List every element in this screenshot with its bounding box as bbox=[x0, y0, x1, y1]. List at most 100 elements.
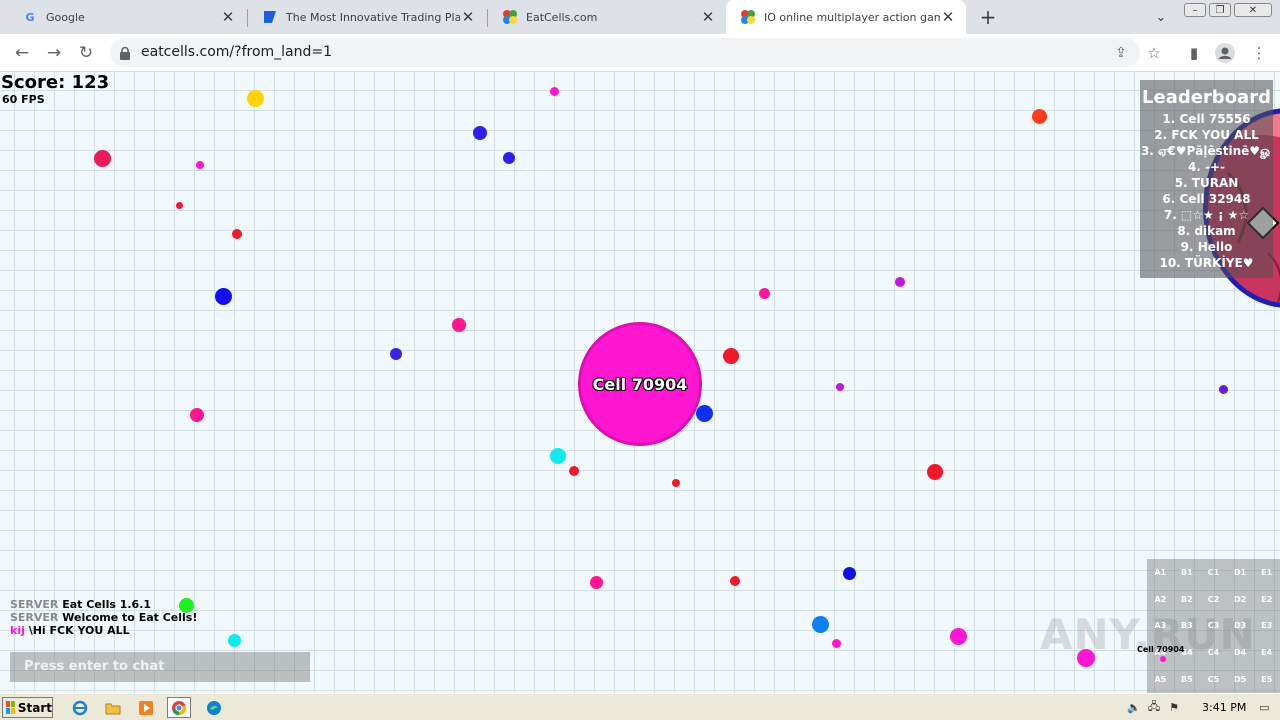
chrome-icon[interactable] bbox=[167, 697, 191, 718]
window-close-button[interactable]: ✕ bbox=[1234, 3, 1272, 17]
food-pellet bbox=[832, 639, 841, 648]
food-pellet bbox=[843, 567, 856, 580]
tab-strip: G Google ✕ The Most Innovative Trading P… bbox=[0, 0, 1280, 34]
network-icon[interactable]: 🖧 bbox=[1144, 699, 1164, 717]
flag-icon[interactable]: ⚑ bbox=[1164, 699, 1184, 717]
food-pellet bbox=[232, 229, 242, 239]
tab-title: Google bbox=[46, 10, 85, 24]
tab-eatcells[interactable]: EatCells.com ✕ bbox=[488, 0, 726, 34]
game-canvas[interactable]: Cell 70904 Score: 123 60 FPS Leaderboard… bbox=[0, 72, 1280, 693]
chat-input[interactable]: Press enter to chat bbox=[10, 652, 310, 682]
chat-log: SERVER Eat Cells 1.6.1 SERVER Welcome to… bbox=[10, 598, 197, 637]
food-pellet bbox=[503, 152, 515, 164]
leaderboard-entry: 10. TÜRKİYE♥ bbox=[1159, 256, 1254, 270]
chat-text: Welcome to Eat Cells! bbox=[62, 611, 198, 624]
leaderboard-title: Leaderboard bbox=[1142, 87, 1271, 108]
reload-button[interactable]: ↻ bbox=[73, 40, 99, 66]
windows-logo-icon bbox=[6, 701, 15, 714]
tab-io-game-active[interactable]: IO online multiplayer action game. Su ✕ bbox=[726, 0, 966, 34]
share-icon[interactable]: ⇪ bbox=[1110, 42, 1132, 64]
food-pellet bbox=[390, 348, 402, 360]
food-pellet bbox=[723, 348, 739, 364]
minimap-cell: E1 bbox=[1261, 567, 1273, 577]
close-icon[interactable]: ✕ bbox=[220, 8, 236, 26]
chat-sender: SERVER bbox=[10, 598, 59, 611]
minimap-cell: D2 bbox=[1233, 594, 1247, 604]
lock-icon bbox=[120, 45, 130, 60]
chevron-down-icon[interactable]: ⌄ bbox=[1150, 6, 1172, 28]
food-pellet bbox=[730, 576, 740, 586]
trading-platform-icon bbox=[262, 9, 278, 25]
clock: 3:41 PM bbox=[1202, 701, 1247, 714]
food-pellet bbox=[569, 466, 579, 476]
minimap-cell: A2 bbox=[1154, 594, 1167, 604]
edge-icon[interactable] bbox=[202, 697, 226, 718]
chat-text: Eat Cells 1.6.1 bbox=[62, 598, 152, 611]
bookmark-star-icon[interactable]: ☆ bbox=[1141, 40, 1167, 66]
new-tab-button[interactable]: + bbox=[976, 5, 1000, 29]
minimap-cell: E5 bbox=[1261, 675, 1273, 685]
address-bar[interactable]: eatcells.com/?from_land=1 ⇪ bbox=[110, 38, 1140, 67]
leaderboard-entry: 9. Hello bbox=[1180, 240, 1233, 254]
food-pellet bbox=[696, 405, 713, 422]
start-button[interactable]: Start bbox=[2, 697, 53, 718]
food-pellet bbox=[1219, 385, 1228, 394]
minimap-cell: D1 bbox=[1233, 567, 1247, 577]
minimap-cell: E4 bbox=[1261, 648, 1273, 658]
leaderboard-entry: 4. -+- bbox=[1187, 160, 1226, 174]
food-pellet bbox=[1032, 109, 1047, 124]
restore-button[interactable]: ❐ bbox=[1209, 3, 1231, 17]
leaderboard-entry: 3. ஏ€♥Pāļēstinē♥ௐ bbox=[1140, 144, 1273, 158]
close-icon[interactable]: ✕ bbox=[460, 8, 476, 26]
show-desktop-icon[interactable]: ▭ bbox=[1254, 699, 1274, 717]
chat-sender: kij bbox=[10, 624, 25, 637]
chat-message: SERVER Welcome to Eat Cells! bbox=[10, 611, 197, 624]
food-pellet bbox=[759, 288, 770, 299]
folder-icon[interactable] bbox=[101, 697, 125, 718]
volume-icon[interactable]: 🔈 bbox=[1124, 699, 1144, 717]
tab-google[interactable]: G Google ✕ bbox=[8, 0, 246, 34]
forward-button[interactable]: → bbox=[41, 40, 67, 66]
side-panel-icon[interactable]: ▮ bbox=[1181, 40, 1207, 66]
internet-explorer-icon[interactable] bbox=[68, 697, 92, 718]
profile-avatar[interactable] bbox=[1212, 40, 1238, 66]
minimize-button[interactable]: – bbox=[1184, 3, 1206, 17]
close-icon[interactable]: ✕ bbox=[700, 8, 716, 26]
url-text[interactable]: eatcells.com/?from_land=1 bbox=[141, 44, 332, 60]
minimap-cell: D4 bbox=[1233, 648, 1247, 658]
food-pellet bbox=[247, 90, 264, 107]
food-pellet bbox=[950, 628, 967, 645]
leaderboard-entry: 1. Cell 75556 bbox=[1162, 112, 1251, 126]
minimap-cell: C4 bbox=[1207, 648, 1220, 658]
food-pellet bbox=[452, 318, 466, 332]
minimap-cell: A3 bbox=[1154, 621, 1167, 631]
leaderboard-entry: 5. TURAN bbox=[1174, 176, 1239, 190]
food-pellet bbox=[196, 161, 204, 169]
leaderboard-entry: 6. Cell 32948 bbox=[1162, 192, 1251, 206]
chat-message: kij \Hi FCK YOU ALL bbox=[10, 624, 197, 637]
minimap-cell: E2 bbox=[1261, 594, 1273, 604]
chat-text: \Hi FCK YOU ALL bbox=[28, 624, 130, 637]
food-pellet bbox=[812, 616, 829, 633]
minimap-player-marker bbox=[1160, 656, 1166, 662]
back-button[interactable]: ← bbox=[9, 40, 35, 66]
player-cell: Cell 70904 bbox=[578, 322, 702, 446]
food-pellet bbox=[550, 448, 566, 464]
minimap-player-label: Cell 70904 bbox=[1137, 645, 1185, 654]
tab-title: The Most Innovative Trading Platform bbox=[286, 10, 460, 24]
chat-message: SERVER Eat Cells 1.6.1 bbox=[10, 598, 197, 611]
start-label: Start bbox=[17, 700, 52, 715]
food-pellet bbox=[228, 634, 241, 647]
chat-sender: SERVER bbox=[10, 611, 59, 624]
food-pellet bbox=[672, 479, 680, 487]
menu-dots-icon[interactable]: ⋮ bbox=[1246, 40, 1272, 66]
close-icon[interactable]: ✕ bbox=[940, 8, 956, 26]
media-player-icon[interactable] bbox=[134, 697, 158, 718]
taskbar: Start 🔈 🖧 ⚑ 3:41 PM ▭ bbox=[0, 693, 1280, 720]
minimap-cell: B3 bbox=[1181, 621, 1193, 631]
tab-trading-platform[interactable]: The Most Innovative Trading Platform ✕ bbox=[248, 0, 486, 34]
google-icon: G bbox=[25, 10, 35, 24]
leaderboard-entry: 8. dikam bbox=[1177, 224, 1236, 238]
tab-title: EatCells.com bbox=[526, 10, 598, 24]
leaderboard: Leaderboard 1. Cell 75556 2. FCK YOU ALL… bbox=[1140, 80, 1273, 278]
